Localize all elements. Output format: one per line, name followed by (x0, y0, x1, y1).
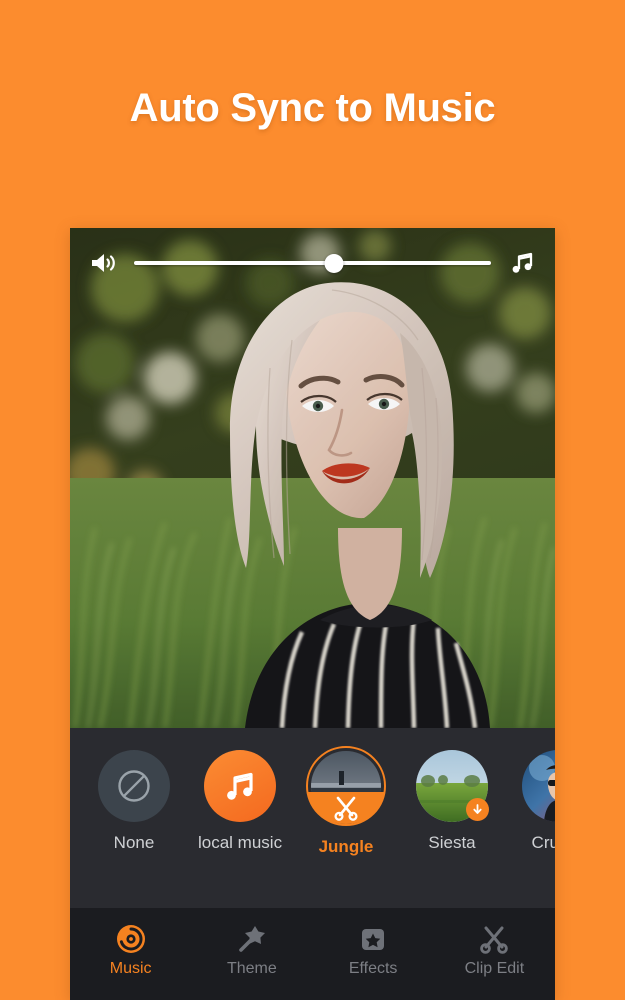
page-title: Auto Sync to Music (129, 86, 496, 130)
music-item-jungle[interactable]: Jungle (304, 746, 388, 857)
music-item-siesta[interactable]: Siesta (410, 750, 494, 853)
magic-wand-icon (191, 921, 312, 957)
nav-item-effects[interactable]: Effects (313, 921, 434, 978)
music-item-local-music[interactable]: local music (198, 750, 282, 853)
music-item-label: local music (198, 833, 283, 852)
music-item-label: None (113, 833, 155, 852)
star-square-icon (313, 921, 434, 957)
portrait-blue-photo (522, 750, 555, 822)
no-entry-icon (118, 770, 150, 802)
jungle-trim-overlay[interactable] (308, 792, 384, 824)
nav-item-label: Theme (226, 960, 277, 977)
local-music-thumb-background (204, 750, 276, 822)
scissors-icon (434, 921, 555, 957)
app-panel: None local music Jungle Siesta Cru Music… (70, 228, 555, 1000)
none-thumb-background (98, 750, 170, 822)
music-carousel-row: None local music Jungle Siesta Cru (70, 746, 555, 857)
music-thumb-selected[interactable] (306, 746, 386, 826)
music-note-icon (227, 772, 253, 800)
music-thumb[interactable] (416, 750, 489, 822)
nav-item-theme[interactable]: Theme (191, 921, 312, 978)
nav-item-clip-edit[interactable]: Clip Edit (434, 921, 555, 978)
music-item-label: Jungle (318, 837, 374, 856)
nav-item-label: Effects (348, 960, 398, 977)
download-badge[interactable] (466, 798, 489, 821)
music-thumb[interactable] (98, 750, 170, 822)
music-thumb[interactable] (522, 750, 555, 822)
vinyl-record-icon (70, 921, 191, 957)
video-preview[interactable] (70, 228, 555, 728)
video-top-controls (70, 228, 555, 298)
nav-item-label: Clip Edit (464, 960, 525, 977)
music-item-cruisin[interactable]: Cruisin (516, 750, 555, 853)
music-carousel[interactable]: None local music Jungle Siesta Cru (70, 728, 555, 908)
nav-item-label: Music (109, 960, 152, 977)
music-item-label: Cruisin (531, 833, 555, 852)
music-item-none[interactable]: None (92, 750, 176, 853)
preview-photo (70, 228, 555, 728)
scissors-icon (334, 796, 358, 821)
music-thumb[interactable] (204, 750, 276, 822)
bottom-navigation: Music Theme Effects Clip Edit (70, 908, 555, 1000)
music-note-icon[interactable] (505, 246, 539, 280)
music-item-label: Siesta (428, 833, 476, 852)
volume-slider-knob[interactable] (324, 253, 344, 273)
volume-slider[interactable] (134, 246, 491, 280)
nav-item-music[interactable]: Music (70, 921, 191, 978)
speaker-volume-icon[interactable] (86, 246, 120, 280)
volume-slider-track (134, 261, 491, 265)
download-arrow-icon (473, 804, 482, 814)
cruisin-thumb-image (522, 750, 555, 822)
